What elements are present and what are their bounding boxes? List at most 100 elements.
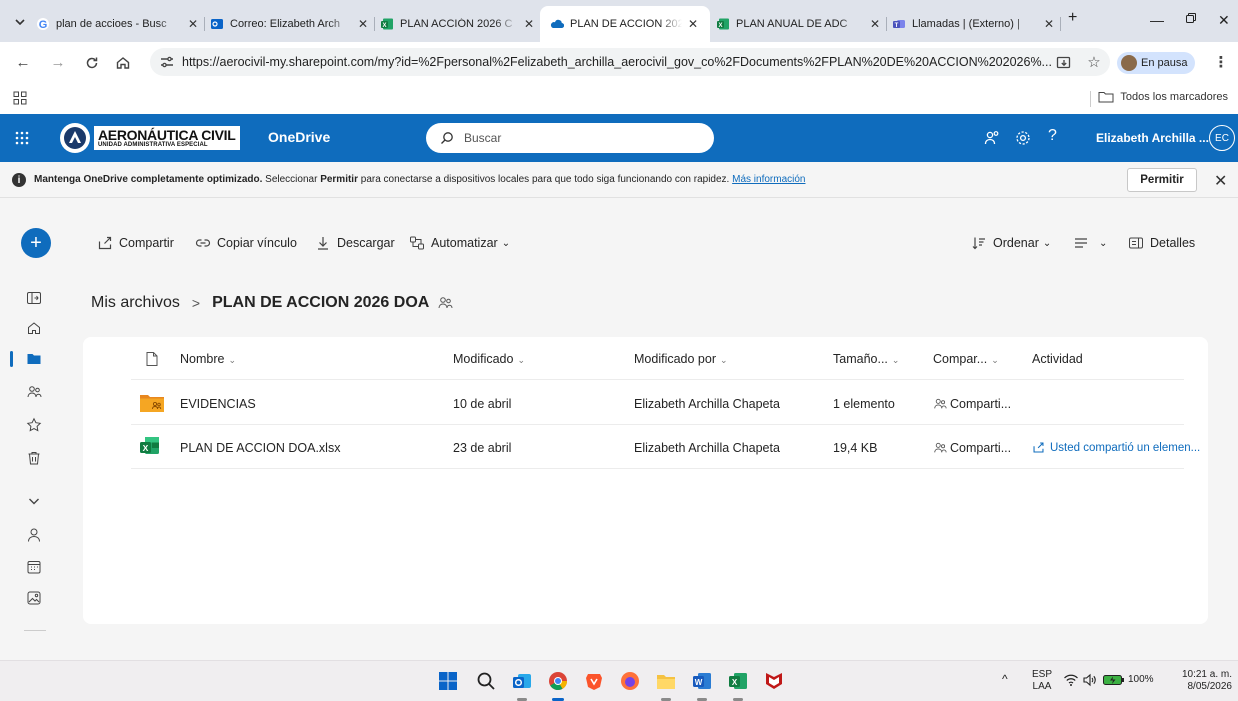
- app-launcher-icon[interactable]: [14, 130, 30, 146]
- close-icon[interactable]: ✕: [868, 17, 882, 31]
- apps-grid-icon[interactable]: [13, 91, 27, 105]
- app-body: + Compartir Copiar vínculo Descargar Aut…: [0, 198, 1238, 660]
- calendar-icon[interactable]: [26, 559, 42, 575]
- column-header-modified[interactable]: Modificado ⌄: [453, 352, 525, 366]
- new-tab-button[interactable]: +: [1068, 9, 1077, 27]
- profile-status: En pausa: [1141, 57, 1188, 69]
- home-icon[interactable]: [114, 54, 132, 72]
- shared-people-icon[interactable]: [26, 384, 42, 400]
- address-bar[interactable]: https://aerocivil-my.sharepoint.com/my?i…: [150, 48, 1110, 76]
- person-icon[interactable]: [26, 527, 42, 543]
- brave-icon[interactable]: [583, 670, 605, 692]
- forward-arrow-icon[interactable]: →: [49, 54, 67, 72]
- home-icon[interactable]: [26, 320, 42, 336]
- restore-icon[interactable]: [1185, 12, 1197, 24]
- wifi-icon[interactable]: [1063, 672, 1079, 688]
- share-button[interactable]: Compartir: [97, 232, 174, 254]
- chevron-down-icon[interactable]: [26, 493, 42, 509]
- column-header-name[interactable]: Nombre ⌄: [180, 352, 236, 366]
- close-icon[interactable]: ✕: [522, 17, 536, 31]
- search-placeholder: Buscar: [464, 131, 502, 145]
- close-icon[interactable]: ✕: [356, 17, 370, 31]
- close-window-icon[interactable]: ✕: [1218, 12, 1230, 29]
- browser-tab-excel-plan[interactable]: X PLAN ACCIÓN 2026 C ✕: [380, 12, 536, 36]
- nav-divider: [24, 630, 46, 631]
- column-header-modified-by[interactable]: Modificado por ⌄: [634, 352, 728, 366]
- create-new-button[interactable]: +: [21, 228, 51, 258]
- browser-tab-teams[interactable]: T Llamadas | (Externo) | ✕: [892, 12, 1056, 36]
- clock-time: 10:21 a. m.: [1181, 669, 1232, 680]
- file-name[interactable]: PLAN DE ACCION DOA.xlsx: [180, 441, 340, 455]
- activity-link[interactable]: Usted compartió un elemen...: [1032, 441, 1200, 454]
- browser-tab-onedrive-active[interactable]: PLAN DE ACCION 202 ✕: [540, 6, 710, 42]
- mcafee-icon[interactable]: [763, 670, 785, 692]
- help-icon[interactable]: ?: [1048, 127, 1066, 145]
- expand-nav-icon[interactable]: [26, 290, 42, 306]
- allow-button[interactable]: Permitir: [1127, 168, 1197, 192]
- tab-title: Correo: Elizabeth Arch: [230, 18, 341, 30]
- automate-menu[interactable]: Automatizar ⌄: [409, 232, 510, 254]
- search-input[interactable]: Buscar: [426, 123, 714, 153]
- details-button[interactable]: Detalles: [1128, 232, 1195, 254]
- sort-menu[interactable]: Ordenar ⌄: [971, 232, 1051, 254]
- my-files-folder-icon[interactable]: [26, 351, 42, 367]
- search-icon[interactable]: [475, 670, 497, 692]
- volume-icon[interactable]: [1082, 672, 1098, 688]
- share-people-icon[interactable]: [983, 129, 1001, 147]
- chrome-icon[interactable]: [547, 670, 569, 692]
- site-settings-icon[interactable]: [158, 53, 176, 71]
- file-explorer-icon[interactable]: [655, 670, 677, 692]
- browser-tab-google[interactable]: G plan de accioes - Busc ✕: [36, 12, 200, 36]
- battery-indicator[interactable]: 100%: [1103, 674, 1154, 686]
- install-app-icon[interactable]: [1055, 54, 1073, 72]
- close-icon[interactable]: ✕: [1214, 171, 1227, 191]
- all-bookmarks-button[interactable]: Todos los marcadores: [1098, 91, 1228, 103]
- column-header-size[interactable]: Tamaño... ⌄: [833, 352, 899, 366]
- more-info-link[interactable]: Más información: [732, 174, 805, 185]
- breadcrumb-root[interactable]: Mis archivos: [91, 294, 180, 312]
- table-row[interactable]: X PLAN DE ACCION DOA.xlsx 23 de abril El…: [83, 425, 1208, 469]
- more-menu-icon[interactable]: ⋮: [1212, 54, 1230, 72]
- suite-header: AERONÁUTICA CIVIL UNIDAD ADMINISTRATIVA …: [0, 114, 1238, 162]
- back-arrow-icon[interactable]: ←: [14, 54, 32, 72]
- firefox-icon[interactable]: [619, 670, 641, 692]
- file-name[interactable]: EVIDENCIAS: [180, 397, 256, 411]
- file-list: Nombre ⌄ Modificado ⌄ Modificado por ⌄ Tama…: [83, 337, 1208, 624]
- org-logo[interactable]: AERONÁUTICA CIVIL UNIDAD ADMINISTRATIVA …: [60, 122, 240, 154]
- star-icon[interactable]: [26, 417, 42, 433]
- sharing-status[interactable]: Comparti...: [933, 397, 1011, 411]
- shared-people-icon: [934, 442, 947, 453]
- profile-button[interactable]: En pausa: [1117, 52, 1196, 74]
- show-hidden-icons-chevron[interactable]: ^: [1002, 673, 1008, 685]
- trash-icon[interactable]: [26, 450, 42, 466]
- photos-icon[interactable]: [26, 590, 42, 606]
- browser-tab-outlook[interactable]: Correo: Elizabeth Arch ✕: [210, 12, 370, 36]
- tab-search-chevron-icon[interactable]: [10, 12, 30, 32]
- table-row[interactable]: EVIDENCIAS 10 de abril Elizabeth Archill…: [83, 381, 1208, 425]
- minimize-icon[interactable]: —: [1150, 12, 1164, 28]
- avatar[interactable]: EC: [1209, 125, 1235, 151]
- close-icon[interactable]: ✕: [186, 17, 200, 31]
- column-header-sharing[interactable]: Compar... ⌄: [933, 352, 999, 366]
- close-icon[interactable]: ✕: [1042, 17, 1056, 31]
- sharing-status[interactable]: Comparti...: [933, 441, 1011, 455]
- app-name[interactable]: OneDrive: [268, 129, 330, 145]
- clock[interactable]: 10:21 a. m. 8/05/2026: [1178, 669, 1232, 693]
- activity-text: Usted compartió un elemen...: [1050, 441, 1201, 454]
- close-icon[interactable]: ✕: [686, 17, 700, 31]
- language-indicator[interactable]: ESP LAA: [1032, 669, 1052, 693]
- download-button[interactable]: Descargar: [315, 232, 395, 254]
- browser-tab-excel-anual[interactable]: X PLAN ANUAL DE ADC ✕: [716, 12, 882, 36]
- gear-icon[interactable]: [1014, 129, 1032, 147]
- view-options-menu[interactable]: ⌄: [1073, 232, 1107, 254]
- banner-bold-word: Permitir: [320, 174, 358, 185]
- bookmark-star-icon[interactable]: ☆: [1085, 54, 1103, 72]
- breadcrumb: Mis archivos > PLAN DE ACCION 2026 DOA: [91, 294, 453, 312]
- word-icon[interactable]: W: [691, 670, 713, 692]
- outlook-icon[interactable]: [511, 670, 533, 692]
- excel-icon[interactable]: X: [727, 670, 749, 692]
- windows-start-icon[interactable]: [437, 670, 459, 692]
- user-name[interactable]: Elizabeth Archilla ...: [1096, 131, 1209, 145]
- reload-icon[interactable]: [83, 54, 101, 72]
- copy-link-button[interactable]: Copiar vínculo: [195, 232, 297, 254]
